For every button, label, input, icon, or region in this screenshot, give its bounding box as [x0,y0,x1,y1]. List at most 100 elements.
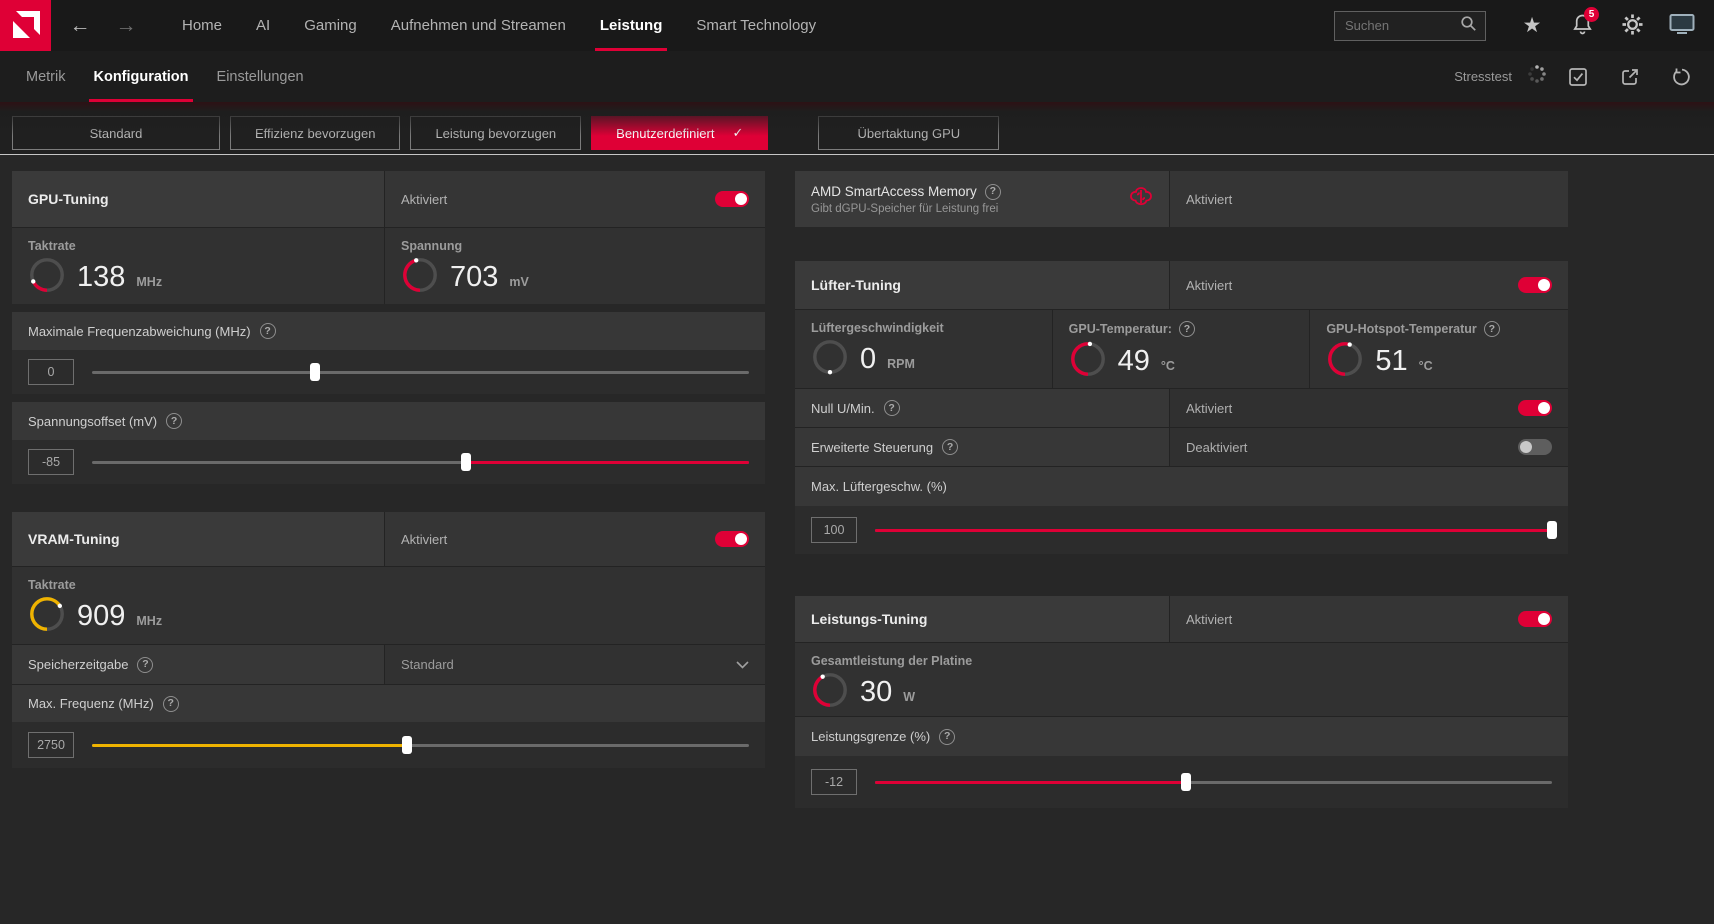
vram-clock-label: Taktrate [28,578,76,592]
gpu-clock-unit: MHz [136,275,163,289]
gpu-tuning-title: GPU-Tuning [12,171,385,227]
help-icon[interactable]: ? [939,728,956,745]
zero-rpm-toggle[interactable] [1518,400,1552,416]
power-tuning-toggle[interactable] [1518,611,1552,627]
chevron-down-icon [736,657,749,672]
gpu-tuning-status: Aktiviert [401,191,448,207]
overlay-button[interactable] [1662,6,1702,46]
settings-button[interactable] [1612,6,1652,46]
voltage-offset-slider[interactable] [92,453,749,471]
help-icon[interactable]: ? [162,695,179,712]
preset-standard-button[interactable]: Standard [12,116,220,150]
favorites-button[interactable]: ★ [1512,6,1552,46]
help-icon[interactable]: ? [942,439,959,455]
power-tuning-header: Leistungs-Tuning Aktiviert [795,596,1568,642]
voltage-offset-input[interactable] [28,449,74,475]
power-tuning-status: Aktiviert [1186,611,1233,627]
history-arrows: ← → [51,0,155,51]
back-button[interactable]: ← [57,0,103,51]
help-icon[interactable]: ? [883,400,900,416]
vram-clock-gauge-cell: Taktrate 909 MHz [12,566,765,644]
help-icon[interactable]: ? [984,183,1001,200]
tab-einstellungen[interactable]: Einstellungen [203,51,318,102]
fan-tuning-toggle[interactable] [1518,277,1552,293]
hotspot-temp-value: 51 [1375,345,1408,377]
gpu-tuning-card: GPU-Tuning Aktiviert Taktrate 138 MHz Sp… [12,171,765,484]
fan-gauges-row: Lüftergeschwindigkeit 0 RPM GPU-Temperat… [795,309,1568,388]
overclock-gpu-button[interactable]: Übertaktung GPU [818,116,1000,150]
memory-timing-dropdown[interactable]: Standard [385,645,765,684]
nav-record-stream[interactable]: Aufnehmen und Streamen [374,0,583,51]
slider-handle[interactable] [1181,773,1192,791]
gpu-clock-gauge-cell: Taktrate 138 MHz [12,228,385,304]
notifications-button[interactable]: 5 [1562,6,1602,46]
left-column: GPU-Tuning Aktiviert Taktrate 138 MHz Sp… [12,171,765,836]
sam-status-cell: Aktiviert [1170,171,1568,227]
nav-home[interactable]: Home [165,0,239,51]
tab-metrik[interactable]: Metrik [12,51,79,102]
fan-speed-value: 0 [860,343,877,375]
toggle-knob [1520,441,1532,453]
help-icon[interactable]: ? [137,656,154,673]
nav-performance[interactable]: Leistung [583,0,680,51]
search-box[interactable] [1334,10,1486,41]
help-icon[interactable]: ? [1178,321,1195,337]
vram-max-freq-labelbar: Max. Frequenz (MHz) ? [12,684,765,722]
hotspot-temp-label: GPU-Hotspot-Temperatur [1326,322,1477,336]
voltage-offset-label: Spannungsoffset (mV) [28,413,158,429]
vram-max-freq-slider[interactable] [92,736,749,754]
fan-tuning-status-cell: Aktiviert [1170,261,1568,309]
performance-tab-bar: Metrik Konfiguration Einstellungen Stres… [0,51,1714,102]
help-icon[interactable]: ? [1483,321,1500,337]
gpu-voltage-unit: mV [509,275,529,289]
sam-info-cell: AMD SmartAccess Memory ? Gibt dGPU-Speic… [795,171,1170,227]
memory-timing-label: Speicherzeitgabe [28,657,129,672]
help-icon[interactable]: ? [166,413,183,429]
gpu-temp-gauge-cell: GPU-Temperatur: ? 49 °C [1052,310,1311,388]
search-input[interactable] [1343,17,1460,34]
nav-gaming[interactable]: Gaming [287,0,374,51]
preset-efficiency-button[interactable]: Effizienz bevorzugen [230,116,401,150]
advanced-control-toggle[interactable] [1518,439,1552,455]
tab-konfiguration[interactable]: Konfiguration [79,51,202,102]
amd-logo[interactable] [0,0,51,51]
board-power-label: Gesamtleistung der Platine [811,654,973,668]
forward-button[interactable]: → [103,0,149,51]
slider-handle[interactable] [402,736,413,754]
advanced-control-status: Deaktiviert [1186,439,1248,455]
preset-custom-button[interactable]: Benutzerdefiniert ✓ [591,116,769,150]
gpu-tuning-toggle[interactable] [715,191,749,207]
gpu-tuning-status-cell: Aktiviert [385,171,765,227]
vram-max-freq-input[interactable] [28,732,74,758]
preset-row: Standard Effizienz bevorzugen Leistung b… [12,116,1702,150]
nav-ai[interactable]: AI [239,0,287,51]
advanced-control-label-cell: Erweiterte Steuerung ? [795,428,1170,466]
power-limit-input[interactable] [811,769,857,795]
slider-handle[interactable] [461,453,472,471]
fan-tuning-header: Lüfter-Tuning Aktiviert [795,261,1568,309]
slider-handle[interactable] [1547,521,1557,539]
freq-deviation-input[interactable] [28,359,74,385]
power-limit-slider[interactable] [875,773,1552,791]
export-profile-icon[interactable] [1608,57,1652,97]
help-icon[interactable]: ? [259,323,276,339]
top-navigation-bar: ← → Home AI Gaming Aufnehmen und Streame… [0,0,1714,51]
gpu-clock-value: 138 [77,261,126,293]
preset-performance-button[interactable]: Leistung bevorzugen [410,116,582,150]
hotspot-temp-gauge-cell: GPU-Hotspot-Temperatur ? 51 °C [1310,310,1568,388]
load-profile-icon[interactable] [1556,57,1600,97]
slider-handle[interactable] [310,363,321,381]
vram-clock-value: 909 [77,600,126,632]
stresstest-label[interactable]: Stresstest [1454,69,1512,84]
preset-strip: Standard Effizienz bevorzugen Leistung b… [0,102,1714,155]
reset-icon[interactable] [1660,57,1704,97]
toggle-knob [735,193,747,205]
vram-tuning-toggle[interactable] [715,531,749,547]
freq-deviation-slider[interactable] [92,363,749,381]
memory-timing-value: Standard [401,657,454,672]
max-fan-speed-slider[interactable] [875,521,1557,539]
max-fan-speed-input[interactable] [811,517,857,543]
nav-smart-technology[interactable]: Smart Technology [679,0,833,51]
sam-title: AMD SmartAccess Memory [811,184,977,199]
right-column: AMD SmartAccess Memory ? Gibt dGPU-Speic… [795,171,1568,836]
